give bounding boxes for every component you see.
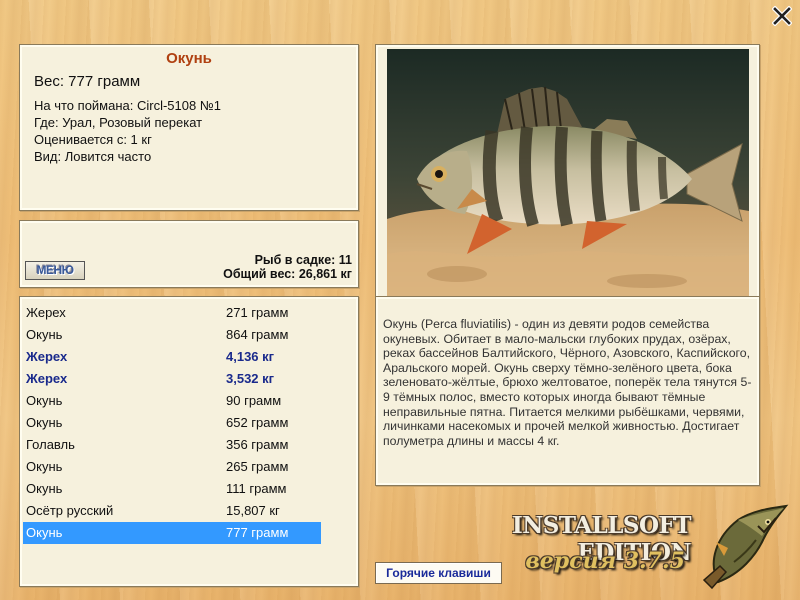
catch-list-item[interactable]: Голавль 356 грамм bbox=[23, 434, 321, 456]
fish-photo-panel bbox=[375, 44, 760, 310]
catch-item-weight: 777 грамм bbox=[226, 525, 289, 540]
catch-item-name: Окунь bbox=[26, 327, 63, 342]
pike-logo bbox=[702, 504, 789, 590]
fish-location: Где: Урал, Розовый перекат bbox=[34, 115, 203, 130]
catch-list-item[interactable]: Окунь 652 грамм bbox=[23, 412, 321, 434]
fish-title: Окунь bbox=[166, 50, 212, 67]
catch-item-weight: 265 грамм bbox=[226, 459, 289, 474]
catch-item-name: Окунь bbox=[26, 525, 63, 540]
fish-description-panel: Окунь (Perca fluviatilis) - один из девя… bbox=[375, 296, 760, 486]
fish-description: Окунь (Perca fluviatilis) - один из девя… bbox=[383, 317, 752, 448]
catch-item-weight: 271 грамм bbox=[226, 305, 289, 320]
catch-item-name: Окунь bbox=[26, 459, 63, 474]
fish-details: На что поймана: Circl-5108 №1 Где: Урал,… bbox=[34, 97, 221, 165]
catch-item-name: Жерех bbox=[26, 349, 68, 364]
catch-list-item[interactable]: Окунь 111 грамм bbox=[23, 478, 321, 500]
catch-item-weight: 15,807 кг bbox=[226, 503, 280, 518]
cage-stats-panel: МЕНЮ Рыб в садке: 11 Общий вес: 26,861 к… bbox=[19, 220, 359, 288]
fish-info-panel: Окунь Вес: 777 грамм На что поймана: Cir… bbox=[19, 44, 359, 211]
perch-photo bbox=[387, 49, 749, 299]
cage-counts: Рыб в садке: 11 Общий вес: 26,861 кг bbox=[223, 253, 352, 281]
catch-item-name: Голавль bbox=[26, 437, 75, 452]
catch-item-weight: 652 грамм bbox=[226, 415, 289, 430]
close-icon bbox=[771, 5, 793, 27]
catch-list-item[interactable]: Осётр русский 15,807 кг bbox=[23, 500, 321, 522]
catch-list-item[interactable]: Жерех 3,532 кг bbox=[23, 368, 321, 390]
catch-list-item[interactable]: Окунь 864 грамм bbox=[23, 324, 321, 346]
catch-list-item[interactable]: Окунь 777 грамм bbox=[23, 522, 321, 544]
catch-item-name: Жерех bbox=[26, 305, 66, 320]
catch-item-name: Жерех bbox=[26, 371, 68, 386]
catch-item-name: Окунь bbox=[26, 481, 63, 496]
close-button[interactable] bbox=[771, 5, 793, 27]
fish-weight: Вес: 777 грамм bbox=[34, 73, 141, 90]
total-weight: Общий вес: 26,861 кг bbox=[223, 267, 352, 281]
menu-button[interactable]: МЕНЮ bbox=[25, 261, 85, 280]
catch-item-weight: 3,532 кг bbox=[226, 371, 275, 386]
catch-list-item[interactable]: Окунь 90 грамм bbox=[23, 390, 321, 412]
version-label: версия 3.7.5 bbox=[525, 548, 685, 574]
catch-item-weight: 356 грамм bbox=[226, 437, 289, 452]
catch-item-name: Окунь bbox=[26, 415, 63, 430]
catch-list-item[interactable]: Жерех 271 грамм bbox=[23, 302, 321, 324]
catch-item-name: Осётр русский bbox=[26, 503, 114, 518]
fish-in-cage: Рыб в садке: 11 bbox=[254, 253, 352, 267]
catch-list-item[interactable]: Жерех 4,136 кг bbox=[23, 346, 321, 368]
fish-caught-with: На что поймана: Circl-5108 №1 bbox=[34, 98, 222, 113]
catch-item-weight: 111 грамм bbox=[226, 481, 287, 496]
catch-list[interactable]: Жерех 271 грамм Окунь 864 грамм Жерех 4,136 к… bbox=[19, 296, 359, 587]
catch-list-item[interactable]: Окунь 265 грамм bbox=[23, 456, 321, 478]
catch-item-weight: 864 грамм bbox=[226, 327, 289, 342]
catch-item-name: Окунь bbox=[26, 393, 63, 408]
catch-item-weight: 4,136 кг bbox=[226, 349, 275, 364]
fish-type: Вид: Ловится часто bbox=[34, 149, 152, 164]
catch-item-weight: 90 грамм bbox=[226, 393, 282, 408]
fish-valued-from: Оценивается с: 1 кг bbox=[34, 132, 152, 147]
